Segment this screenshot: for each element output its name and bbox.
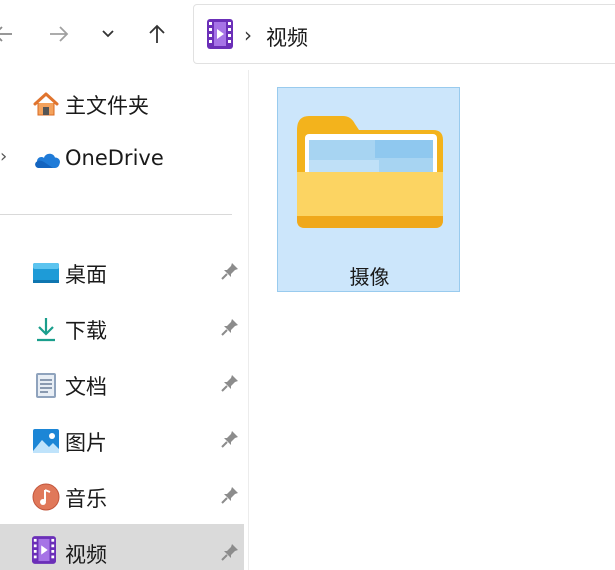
sidebar-item-label: 文档 <box>65 375 107 399</box>
pin-icon[interactable] <box>220 485 240 505</box>
download-icon <box>37 318 55 342</box>
sidebar-item-onedrive[interactable]: › OneDrive <box>0 136 244 182</box>
video-icon <box>32 536 56 564</box>
sidebar-item-downloads[interactable]: 下载 <box>0 305 244 351</box>
sidebar-divider <box>0 214 232 215</box>
sidebar-item-videos[interactable]: 视频 <box>0 524 244 570</box>
back-button[interactable] <box>0 17 20 51</box>
sidebar-item-music[interactable]: 音乐 <box>0 473 244 519</box>
arrow-left-icon <box>0 26 12 42</box>
sidebar-item-desktop[interactable]: 桌面 <box>0 249 244 295</box>
folder-item[interactable]: 摄像 <box>277 87 460 292</box>
expand-chevron-icon[interactable]: › <box>0 146 7 167</box>
pin-icon[interactable] <box>220 429 240 449</box>
pictures-icon <box>33 429 59 453</box>
recent-locations-button[interactable] <box>91 17 125 51</box>
breadcrumb-videos[interactable]: 视频 <box>266 22 308 52</box>
up-button[interactable] <box>140 17 174 51</box>
sidebar-item-label: 主文件夹 <box>65 94 149 118</box>
document-icon <box>36 373 56 398</box>
sidebar-item-pictures[interactable]: 图片 <box>0 417 244 463</box>
folder-name: 摄像 <box>349 265 390 289</box>
sidebar-item-label: 下载 <box>65 319 107 343</box>
sidebar-item-label: 音乐 <box>65 487 107 511</box>
sidebar-item-home[interactable]: 主文件夹 <box>0 80 244 126</box>
breadcrumb-separator: › <box>244 23 252 47</box>
navigation-bar: › 视频 <box>0 0 615 70</box>
music-icon <box>32 483 60 511</box>
chevron-down-icon <box>102 30 114 38</box>
folder-icon <box>297 116 443 228</box>
arrow-up-icon <box>149 24 165 43</box>
pin-icon[interactable] <box>220 373 240 393</box>
pin-icon[interactable] <box>220 261 240 281</box>
sidebar-item-label: OneDrive <box>65 146 164 170</box>
desktop-icon <box>33 263 59 283</box>
pin-icon[interactable] <box>220 317 240 337</box>
address-bar[interactable]: › 视频 <box>193 4 615 64</box>
video-folder-icon <box>207 19 233 49</box>
sidebar-item-label: 视频 <box>65 543 107 567</box>
sidebar-item-label: 图片 <box>65 431 107 455</box>
sidebar-item-label: 桌面 <box>65 263 107 287</box>
home-icon <box>33 92 59 116</box>
forward-button[interactable] <box>42 17 76 51</box>
pin-icon[interactable] <box>220 542 240 562</box>
sidebar-item-documents[interactable]: 文档 <box>0 361 244 407</box>
arrow-right-icon <box>50 26 69 42</box>
pane-divider <box>248 70 249 570</box>
onedrive-cloud-icon <box>35 153 60 168</box>
